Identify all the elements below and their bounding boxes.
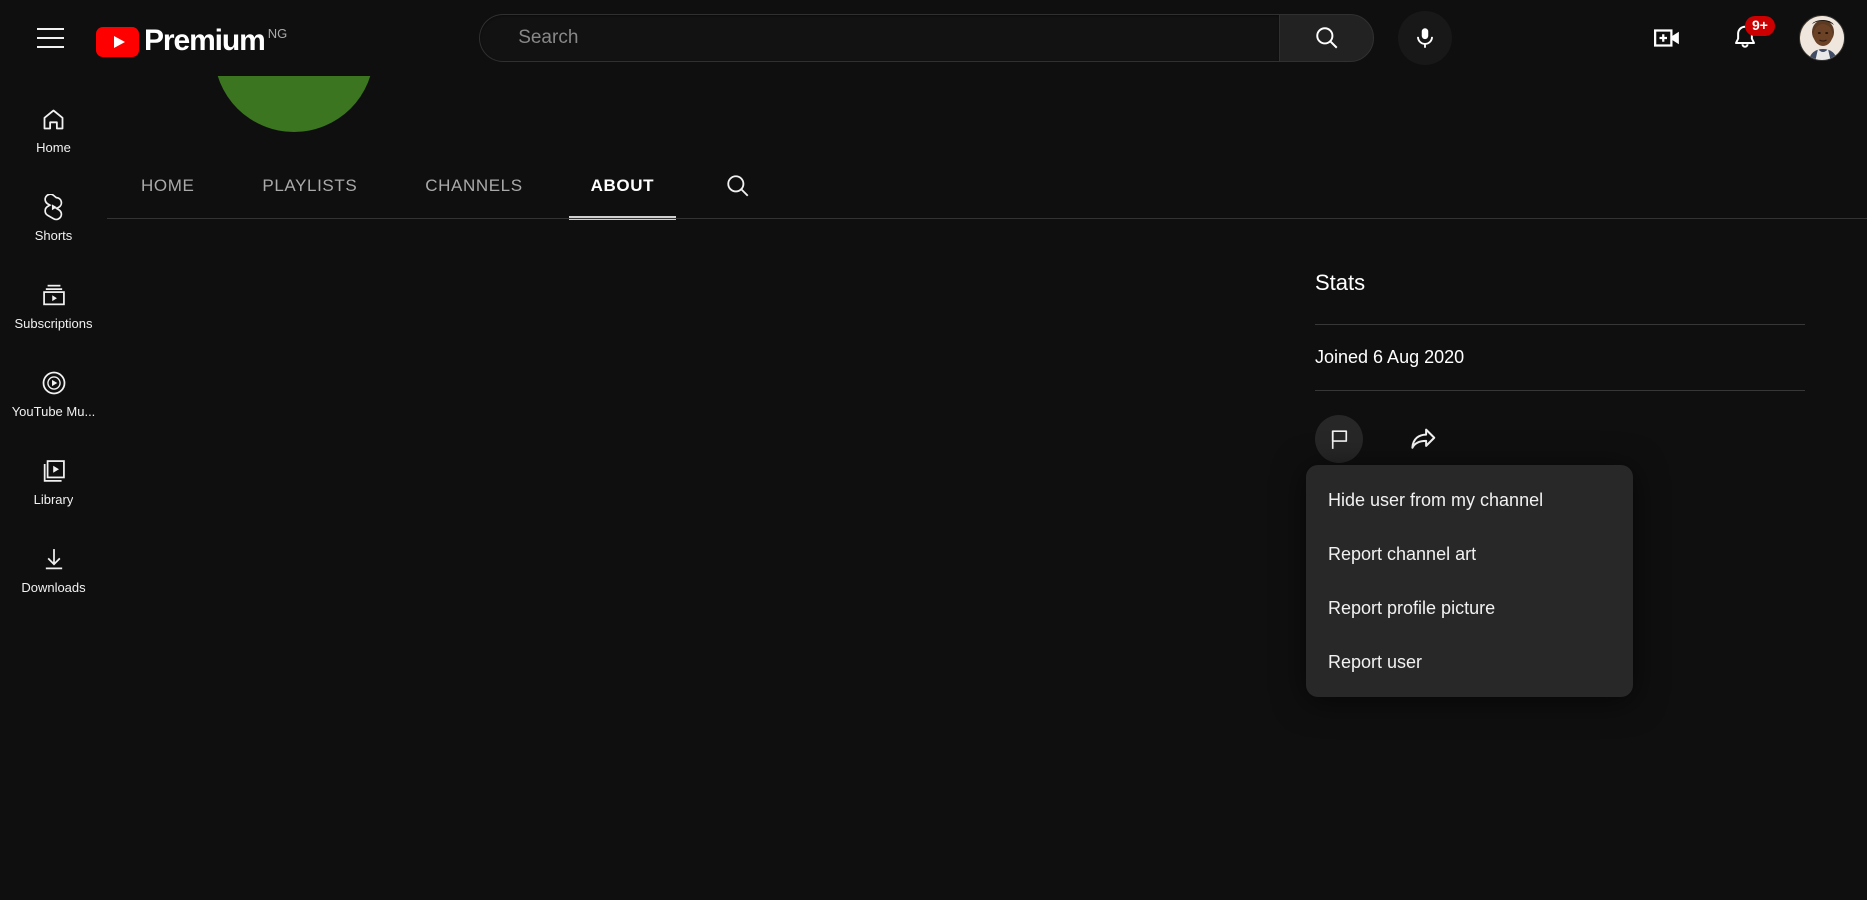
logo-country-code: NG [267, 26, 288, 41]
downloads-icon [45, 549, 62, 570]
logo-text: Premium [144, 24, 266, 57]
hamburger-menu-icon[interactable] [26, 14, 74, 62]
sidebar-item-label: Subscriptions [14, 316, 93, 331]
stats-panel: Stats Joined 6 Aug 2020 [1315, 270, 1805, 391]
sidebar-item-label: Home [36, 139, 71, 155]
menu-item-report-user[interactable]: Report user [1306, 635, 1633, 689]
stats-heading: Stats [1315, 270, 1366, 295]
sidebar-item-label: YouTube Mu... [11, 404, 96, 419]
stats-joined-date: Joined 6 Aug 2020 [1315, 347, 1465, 367]
flag-icon [1331, 429, 1347, 449]
microphone-icon [1417, 28, 1434, 48]
library-icon [43, 460, 65, 482]
avatar[interactable] [1799, 15, 1845, 61]
share-arrow-icon [1411, 428, 1436, 449]
search-box[interactable] [479, 14, 1280, 62]
sidebar-item-label: Library [33, 492, 74, 507]
create-video-icon [1654, 29, 1679, 47]
youtube-premium-logo[interactable]: Premium NG [96, 16, 287, 60]
shorts-icon [44, 193, 63, 220]
account-avatar-image [1800, 16, 1844, 60]
sidebar-item-subscriptions[interactable]: Subscriptions [0, 262, 107, 350]
notifications-button[interactable]: 9+ [1721, 14, 1775, 62]
channel-tabs: HOME PLAYLISTS CHANNELS ABOUT [107, 150, 1867, 220]
masthead-right-actions: 9+ [1643, 14, 1845, 62]
search-input[interactable] [518, 27, 1280, 49]
voice-search-button[interactable] [1398, 11, 1453, 65]
home-icon [43, 109, 64, 129]
sidebar-item-shorts[interactable]: Shorts [0, 174, 107, 262]
search-icon [1315, 27, 1338, 49]
subscriptions-icon [42, 284, 65, 306]
hamburger-line [36, 46, 64, 48]
search-icon [727, 175, 749, 197]
search-button[interactable] [1279, 14, 1375, 62]
menu-item-report-channel-art[interactable]: Report channel art [1306, 527, 1633, 581]
channel-actions [1315, 415, 1447, 463]
divider [1315, 390, 1805, 391]
report-dropdown-menu: Hide user from my channel Report channel… [1306, 465, 1633, 697]
notification-badge: 9+ [1745, 16, 1775, 36]
youtube-music-icon [42, 371, 65, 395]
menu-item-hide-user[interactable]: Hide user from my channel [1306, 473, 1633, 527]
sidebar-item-label: Downloads [21, 580, 86, 595]
share-button[interactable] [1399, 415, 1447, 463]
sidebar-item-home[interactable]: Home [0, 86, 107, 174]
masthead: Premium NG Search 9+ [0, 0, 1867, 76]
report-button[interactable] [1315, 415, 1363, 463]
create-video-button[interactable] [1643, 14, 1691, 62]
sidebar-item-label: Shorts [34, 227, 73, 243]
tab-home[interactable]: HOME [107, 152, 228, 220]
tab-playlists[interactable]: PLAYLISTS [228, 152, 391, 220]
hamburger-line [36, 37, 64, 39]
sidebar-guide: Home Shorts Subscriptions YouTube Mu... [0, 76, 107, 900]
sidebar-item-library[interactable]: Library [0, 438, 107, 526]
channel-search-button[interactable] [706, 152, 770, 220]
tab-channels[interactable]: CHANNELS [391, 152, 556, 220]
menu-item-report-profile-picture[interactable]: Report profile picture [1306, 581, 1633, 635]
tab-about[interactable]: ABOUT [557, 152, 688, 220]
tabs-divider [107, 218, 1867, 219]
sidebar-item-youtube-music[interactable]: YouTube Mu... [0, 350, 107, 438]
youtube-play-icon [96, 27, 139, 57]
search-area [479, 11, 1453, 65]
sidebar-item-downloads[interactable]: Downloads [0, 526, 107, 614]
hamburger-line [36, 28, 64, 30]
